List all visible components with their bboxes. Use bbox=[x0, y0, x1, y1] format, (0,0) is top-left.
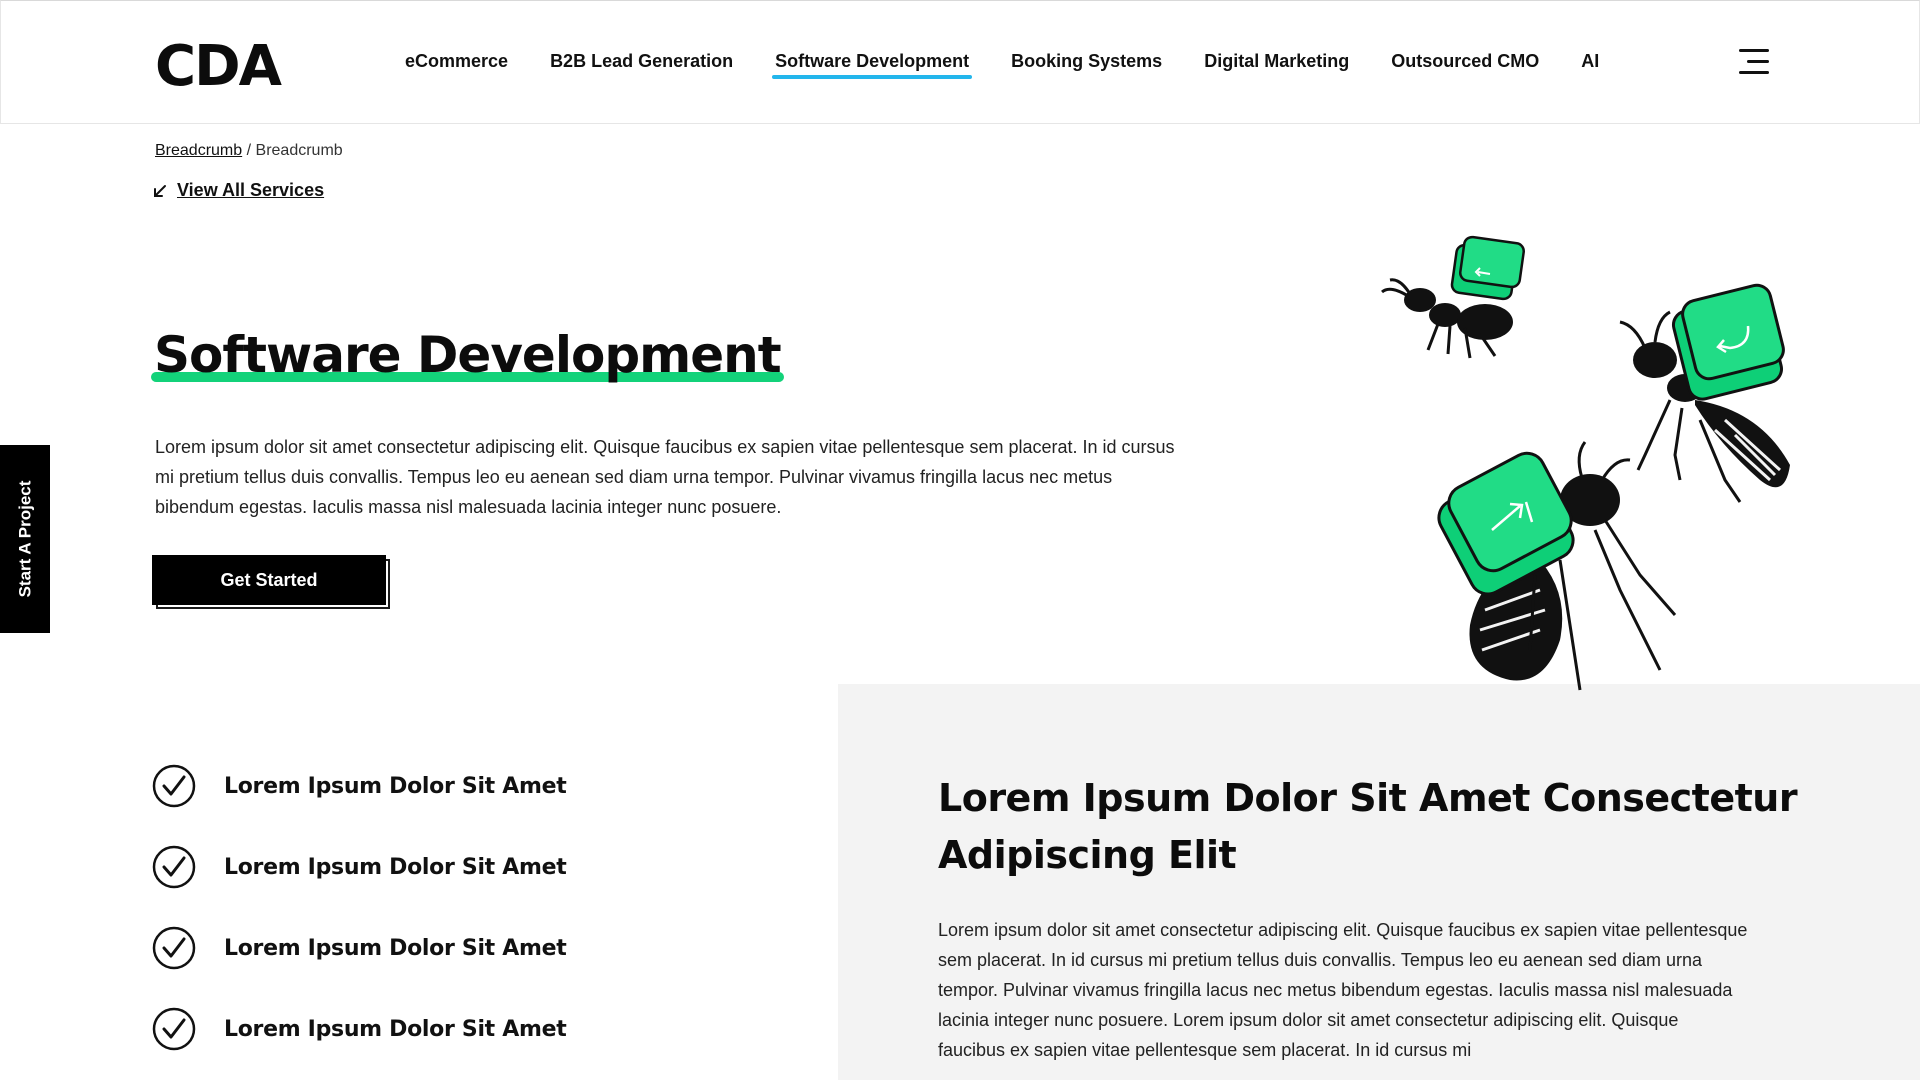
list-item: Lorem Ipsum Dolor Sit Amet bbox=[152, 764, 567, 808]
start-a-project-label: Start A Project bbox=[15, 480, 35, 598]
start-a-project-tab[interactable]: Start A Project bbox=[0, 445, 50, 633]
right-ant-icon bbox=[1619, 283, 1790, 503]
breadcrumb-separator: / bbox=[246, 142, 252, 159]
logo[interactable]: CDA bbox=[155, 39, 282, 95]
check-circle-icon bbox=[152, 926, 196, 970]
breadcrumb: Breadcrumb / Breadcrumb bbox=[155, 142, 343, 160]
section-description: Lorem ipsum dolor sit amet consectetur a… bbox=[938, 920, 1748, 1060]
feature-checklist: Lorem Ipsum Dolor Sit Amet Lorem Ipsum D… bbox=[152, 764, 567, 1088]
page-title: Software Development bbox=[151, 326, 784, 384]
hamburger-menu-icon[interactable] bbox=[1739, 49, 1769, 75]
nav-item-outsourced-cmo[interactable]: Outsourced CMO bbox=[1391, 51, 1539, 78]
small-ant-icon bbox=[1381, 235, 1525, 359]
breadcrumb-current: Breadcrumb bbox=[255, 142, 343, 159]
ants-carrying-keys-illustration bbox=[1381, 235, 1790, 691]
arrow-down-left-icon bbox=[154, 184, 166, 197]
main-nav: eCommerce B2B Lead Generation Software D… bbox=[405, 51, 1599, 79]
nav-item-ecommerce[interactable]: eCommerce bbox=[405, 51, 508, 78]
large-ant-icon bbox=[1437, 441, 1677, 691]
site-header: CDA eCommerce B2B Lead Generation Softwa… bbox=[0, 0, 1920, 124]
view-all-services-link[interactable]: View All Services bbox=[153, 180, 324, 201]
check-circle-icon bbox=[152, 845, 196, 889]
page-title-text: Software Development bbox=[154, 326, 782, 384]
list-item-label: Lorem Ipsum Dolor Sit Amet bbox=[224, 773, 567, 799]
nav-item-booking-systems[interactable]: Booking Systems bbox=[1011, 51, 1162, 78]
nav-item-software-development[interactable]: Software Development bbox=[772, 51, 973, 79]
get-started-button[interactable]: Get Started bbox=[152, 555, 386, 605]
nav-item-ai[interactable]: AI bbox=[1581, 51, 1599, 78]
section-title: Lorem Ipsum Dolor Sit Amet Consectetur A… bbox=[938, 776, 1798, 877]
list-item-label: Lorem Ipsum Dolor Sit Amet bbox=[224, 854, 567, 880]
check-circle-icon bbox=[152, 1007, 196, 1051]
get-started-button-wrap: Get Started bbox=[152, 555, 390, 609]
view-all-services-label: View All Services bbox=[177, 180, 325, 200]
nav-item-b2b-lead-generation[interactable]: B2B Lead Generation bbox=[550, 51, 733, 78]
list-item: Lorem Ipsum Dolor Sit Amet bbox=[152, 1007, 567, 1051]
breadcrumb-link[interactable]: Breadcrumb bbox=[155, 142, 242, 159]
list-item: Lorem Ipsum Dolor Sit Amet bbox=[152, 845, 567, 889]
nav-item-digital-marketing[interactable]: Digital Marketing bbox=[1204, 51, 1349, 78]
list-item-label: Lorem Ipsum Dolor Sit Amet bbox=[224, 935, 567, 961]
hero-description: Lorem ipsum dolor sit amet consectetur a… bbox=[155, 437, 1175, 517]
list-item-label: Lorem Ipsum Dolor Sit Amet bbox=[224, 1016, 567, 1042]
list-item: Lorem Ipsum Dolor Sit Amet bbox=[152, 926, 567, 970]
check-circle-icon bbox=[152, 764, 196, 808]
